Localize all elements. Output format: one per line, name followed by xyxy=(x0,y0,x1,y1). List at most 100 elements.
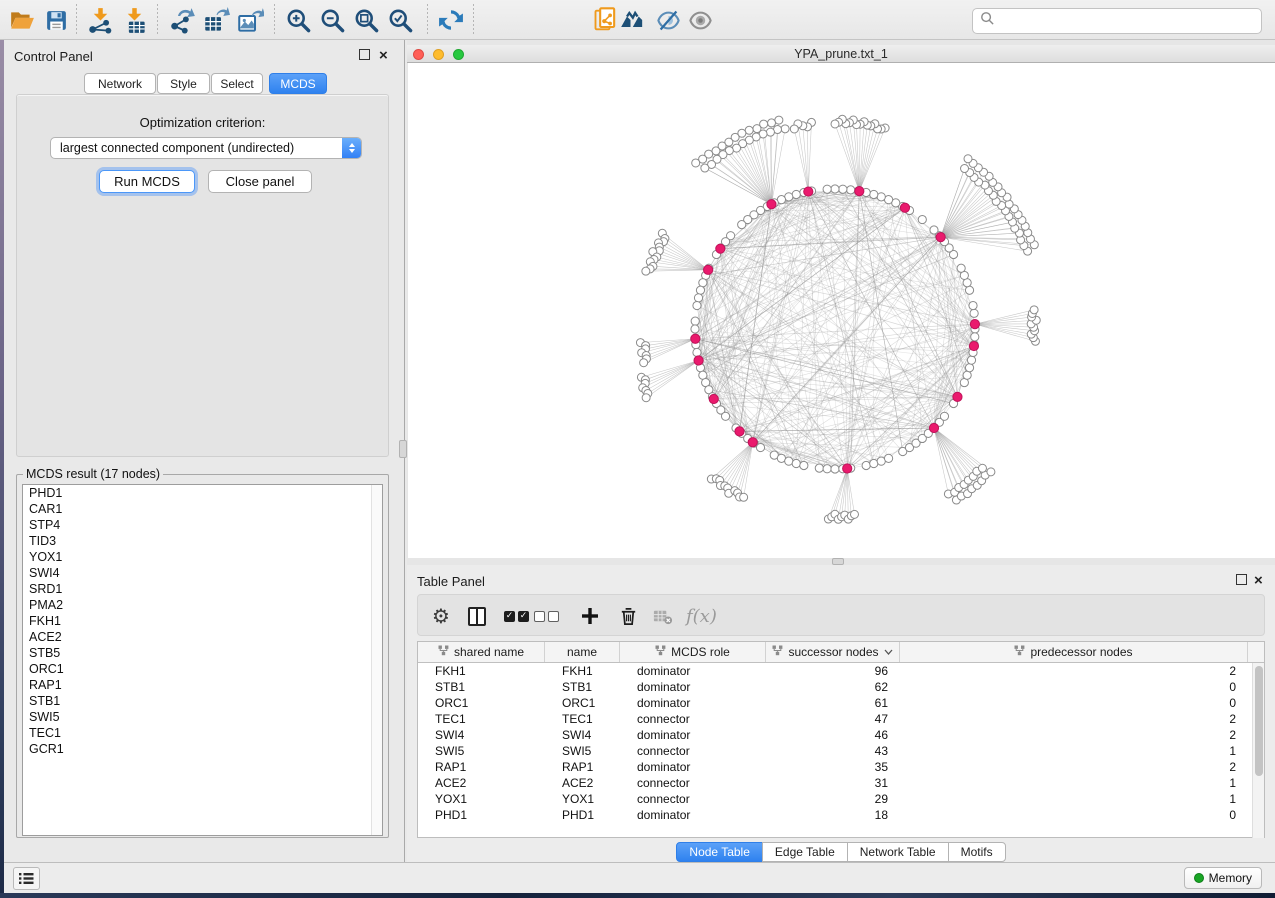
memory-button[interactable]: Memory xyxy=(1184,867,1262,889)
mcds-result-item[interactable]: CAR1 xyxy=(23,501,382,517)
delete-table-icon-disabled xyxy=(652,601,673,631)
toolbar-separator xyxy=(473,4,474,36)
add-column-icon[interactable] xyxy=(580,601,600,631)
mcds-list-scrollbar[interactable] xyxy=(371,485,382,835)
zoom-in-icon[interactable] xyxy=(284,6,312,34)
main-toolbar xyxy=(0,0,1275,40)
table-tabs: Node TableEdge TableNetwork TableMotifs xyxy=(407,842,1275,863)
optimization-select[interactable]: largest connected component (undirected) xyxy=(50,137,362,159)
table-settings-icon[interactable]: ⚙ xyxy=(432,601,450,631)
mcds-result-item[interactable]: PHD1 xyxy=(23,485,382,501)
cell: ACE2 xyxy=(545,776,620,790)
close-panel-icon[interactable]: × xyxy=(379,50,388,61)
table-row[interactable]: SWI4SWI4dominator462 xyxy=(418,727,1264,743)
mcds-result-item[interactable]: GCR1 xyxy=(23,741,382,757)
mcds-result-item[interactable]: ACE2 xyxy=(23,629,382,645)
cell: 29 xyxy=(766,792,900,806)
mcds-result-item[interactable]: ORC1 xyxy=(23,661,382,677)
table-body: FKH1FKH1dominator962STB1STB1dominator620… xyxy=(418,663,1264,838)
mcds-result-item[interactable]: PMA2 xyxy=(23,597,382,613)
mcds-result-item[interactable]: SRD1 xyxy=(23,581,382,597)
search-field[interactable] xyxy=(972,8,1262,34)
mcds-result-item[interactable]: RAP1 xyxy=(23,677,382,693)
column-header-predecessor-nodes[interactable]: predecessor nodes xyxy=(900,642,1248,662)
column-header-MCDS-role[interactable]: MCDS role xyxy=(620,642,766,662)
cell: 2 xyxy=(900,712,1248,726)
vertical-splitter[interactable] xyxy=(397,40,407,862)
tab-network[interactable]: Network xyxy=(84,73,156,94)
tab-node-table[interactable]: Node Table xyxy=(676,842,763,862)
select-all-columns-icon[interactable]: ✓✓ xyxy=(504,601,532,631)
refresh-layout-icon[interactable] xyxy=(437,6,465,34)
close-panel-button[interactable]: Close panel xyxy=(208,170,312,193)
tab-select[interactable]: Select xyxy=(211,73,263,94)
tab-mcds[interactable]: MCDS xyxy=(269,73,327,94)
search-input[interactable] xyxy=(999,11,1261,31)
mcds-result-list[interactable]: PHD1CAR1STP4TID3YOX1SWI4SRD1PMA2FKH1ACE2… xyxy=(22,484,383,836)
mcds-result-item[interactable]: YOX1 xyxy=(23,549,382,565)
import-network-icon[interactable] xyxy=(86,6,114,34)
close-table-panel-icon[interactable]: × xyxy=(1254,575,1263,586)
cell: connector xyxy=(620,744,766,758)
table-row[interactable]: FKH1FKH1dominator962 xyxy=(418,663,1264,679)
run-mcds-button[interactable]: Run MCDS xyxy=(99,170,195,193)
mcds-result-item[interactable]: STB5 xyxy=(23,645,382,661)
show-hide-icon[interactable] xyxy=(686,6,714,34)
open-file-icon[interactable] xyxy=(8,6,36,34)
tab-edge-table[interactable]: Edge Table xyxy=(762,842,848,862)
toggle-vizmap-icon[interactable] xyxy=(654,6,682,34)
mcds-result-item[interactable]: STP4 xyxy=(23,517,382,533)
float-panel-icon[interactable] xyxy=(359,49,370,60)
tab-network-table[interactable]: Network Table xyxy=(847,842,949,862)
table-scrollbar-thumb[interactable] xyxy=(1255,666,1263,776)
cell: YOX1 xyxy=(418,792,545,806)
network-title: YPA_prune.txt_1 xyxy=(407,47,1275,61)
optimization-value: largest connected component (undirected) xyxy=(51,141,342,155)
import-table-icon[interactable] xyxy=(120,6,148,34)
table-row[interactable]: YOX1YOX1connector291 xyxy=(418,791,1264,807)
mcds-result-item[interactable]: TEC1 xyxy=(23,725,382,741)
control-panel: Control Panel × NetworkStyleSelectMCDS O… xyxy=(4,40,397,862)
float-table-panel-icon[interactable] xyxy=(1236,574,1247,585)
table-row[interactable]: TEC1TEC1connector472 xyxy=(418,711,1264,727)
table-scrollbar[interactable] xyxy=(1252,663,1264,838)
mcds-result-item[interactable]: SWI5 xyxy=(23,709,382,725)
column-header-name[interactable]: name xyxy=(545,642,620,662)
zoom-selected-icon[interactable] xyxy=(386,6,414,34)
network-titlebar[interactable]: YPA_prune.txt_1 xyxy=(407,45,1275,63)
network-graph[interactable] xyxy=(408,63,1275,558)
horizontal-splitter-handle[interactable] xyxy=(832,558,844,565)
table-row[interactable]: ACE2ACE2connector311 xyxy=(418,775,1264,791)
network-canvas[interactable] xyxy=(408,63,1275,558)
tab-style[interactable]: Style xyxy=(157,73,210,94)
cell: connector xyxy=(620,792,766,806)
table-row[interactable]: RAP1RAP1dominator352 xyxy=(418,759,1264,775)
zoom-fit-icon[interactable] xyxy=(352,6,380,34)
share-document-icon[interactable] xyxy=(592,6,620,34)
save-session-icon[interactable] xyxy=(42,6,70,34)
export-network-icon[interactable] xyxy=(168,6,196,34)
table-row[interactable]: ORC1ORC1dominator610 xyxy=(418,695,1264,711)
mcds-result-item[interactable]: SWI4 xyxy=(23,565,382,581)
table-row[interactable]: PHD1PHD1dominator180 xyxy=(418,807,1264,823)
mcds-result-item[interactable]: STB1 xyxy=(23,693,382,709)
zoom-out-icon[interactable] xyxy=(318,6,346,34)
table-row[interactable]: SWI5SWI5connector431 xyxy=(418,743,1264,759)
mcds-result-item[interactable]: FKH1 xyxy=(23,613,382,629)
cell: SWI5 xyxy=(418,744,545,758)
column-header-successor-nodes[interactable]: successor nodes xyxy=(766,642,900,662)
export-image-icon[interactable] xyxy=(236,6,264,34)
task-history-button[interactable] xyxy=(13,867,40,890)
table-row[interactable]: STB1STB1dominator620 xyxy=(418,679,1264,695)
column-header-shared-name[interactable]: shared name xyxy=(418,642,545,662)
export-table-icon[interactable] xyxy=(202,6,230,34)
tab-motifs[interactable]: Motifs xyxy=(948,842,1006,862)
mcds-result-item[interactable]: TID3 xyxy=(23,533,382,549)
splitter-handle[interactable] xyxy=(399,440,407,458)
show-columns-icon[interactable] xyxy=(468,601,486,631)
desktop-background xyxy=(0,893,1275,898)
function-builder-icon-disabled: f(x) xyxy=(686,601,717,631)
delete-column-icon[interactable] xyxy=(618,601,639,631)
network-overview-icon[interactable] xyxy=(620,6,648,34)
unselect-all-columns-icon[interactable] xyxy=(534,601,562,631)
